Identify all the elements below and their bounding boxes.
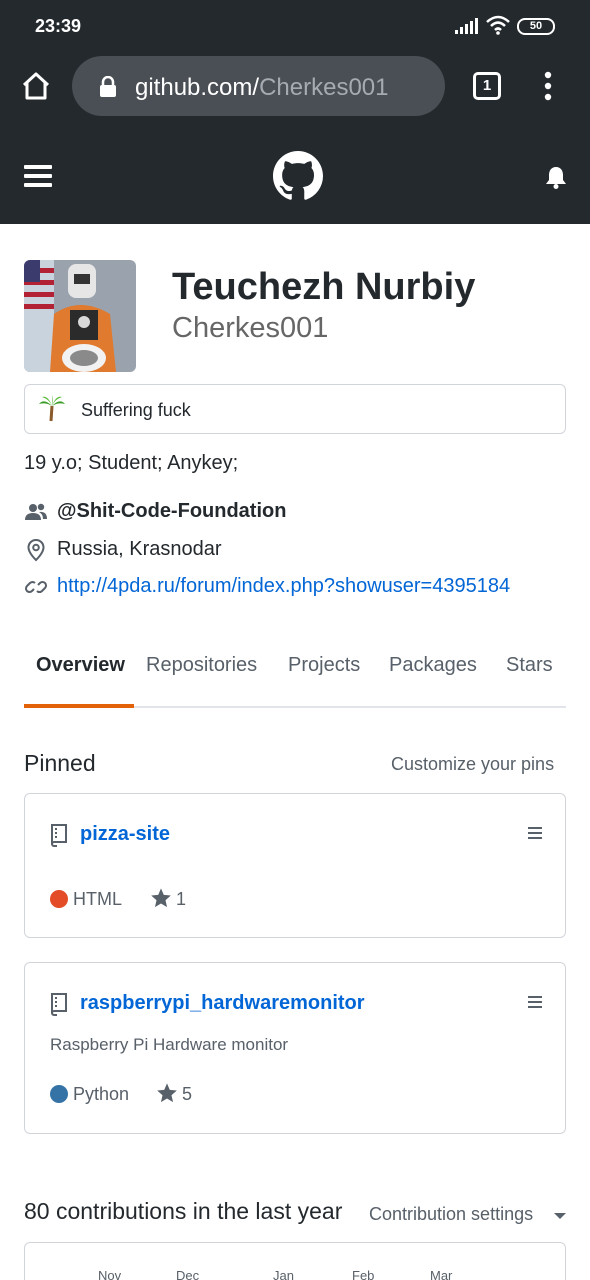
repo-name-link[interactable]: raspberrypi_hardwaremonitor (80, 992, 365, 1015)
url-text[interactable]: github.com/Cherkes001 (135, 74, 389, 102)
profile-full-name: Teuchezh Nurbiy (172, 266, 476, 308)
tab-overview[interactable]: Overview (36, 654, 125, 677)
tab-projects[interactable]: Projects (288, 654, 360, 677)
repo-star-count[interactable]: 5 (182, 1084, 192, 1105)
repo-description: Raspberry Pi Hardware monitor (50, 1035, 289, 1054)
contribution-settings-dropdown[interactable]: Contribution settings (369, 1204, 533, 1225)
contributions-heading: 80 contributions in the last year (24, 1198, 343, 1224)
graph-month-label: Nov (98, 1268, 122, 1280)
url-path: Cherkes001 (259, 74, 389, 101)
more-menu-icon[interactable] (538, 70, 558, 102)
location-pin-icon (27, 538, 45, 562)
repo-star-count[interactable]: 1 (176, 889, 186, 910)
repo-language: HTML (73, 889, 122, 909)
avatar[interactable] (24, 260, 136, 372)
tab-count: 1 (482, 77, 492, 94)
pinned-repo-card: pizza-site HTML 1 (24, 793, 566, 938)
repo-name-link[interactable]: pizza-site (80, 823, 170, 846)
repo-icon (51, 824, 67, 847)
people-icon (25, 503, 47, 520)
tab-switcher-button[interactable]: 1 (473, 72, 501, 100)
hamburger-menu-icon[interactable] (24, 164, 52, 188)
status-time: 23:39 (35, 16, 82, 36)
language-color-dot (50, 890, 68, 908)
profile-bio: 19 y.o; Student; Anykey; (24, 452, 239, 474)
status-text: Suffering fuck (81, 400, 191, 420)
status-bar: 23:39 50 (0, 0, 590, 52)
github-logo-icon[interactable] (273, 151, 323, 201)
tab-stars[interactable]: Stars (506, 654, 553, 677)
website-link[interactable]: http://4pda.ru/forum/index.php?showuser=… (57, 575, 510, 598)
repo-language: Python (73, 1084, 130, 1104)
wifi-icon (486, 15, 510, 35)
active-tab-indicator (24, 704, 134, 708)
user-status: Suffering fuck (24, 384, 566, 434)
star-icon[interactable] (156, 1082, 178, 1104)
graph-month-label: Feb (352, 1268, 375, 1280)
location-text: Russia, Krasnodar (57, 538, 222, 560)
repo-icon (51, 993, 67, 1016)
profile-username: Cherkes001 (172, 312, 329, 344)
customize-pins-link[interactable]: Customize your pins (391, 754, 554, 775)
battery-icon: 50 (517, 18, 555, 35)
profile-nav-tabs: Overview Repositories Projects Packages … (24, 640, 566, 708)
drag-handle-icon[interactable] (528, 995, 542, 1009)
drag-handle-icon[interactable] (528, 826, 542, 840)
notifications-bell-icon[interactable] (543, 164, 569, 190)
link-icon (24, 580, 48, 594)
organization-text: @Shit-Code-Foundation (57, 500, 287, 522)
battery-level: 50 (529, 20, 543, 32)
pinned-repo-card: raspberrypi_hardwaremonitor Raspberry Pi… (24, 962, 566, 1134)
graph-month-label: Mar (430, 1268, 453, 1280)
star-icon[interactable] (150, 887, 172, 909)
chevron-down-icon[interactable] (554, 1213, 566, 1219)
language-color-dot (50, 1085, 68, 1103)
tab-packages[interactable]: Packages (389, 654, 477, 677)
pinned-heading: Pinned (24, 750, 96, 776)
lock-icon (100, 76, 116, 97)
url-bar[interactable]: github.com/Cherkes001 (72, 56, 445, 116)
palm-tree-icon (39, 395, 65, 422)
browser-toolbar: github.com/Cherkes001 1 (0, 52, 590, 128)
url-host: github.com/ (135, 74, 260, 101)
github-header (0, 128, 590, 224)
signal-icon (455, 18, 478, 34)
tab-repositories[interactable]: Repositories (146, 654, 257, 677)
graph-month-label: Dec (176, 1268, 200, 1280)
home-icon[interactable] (20, 70, 52, 102)
graph-month-label: Jan (273, 1268, 294, 1280)
